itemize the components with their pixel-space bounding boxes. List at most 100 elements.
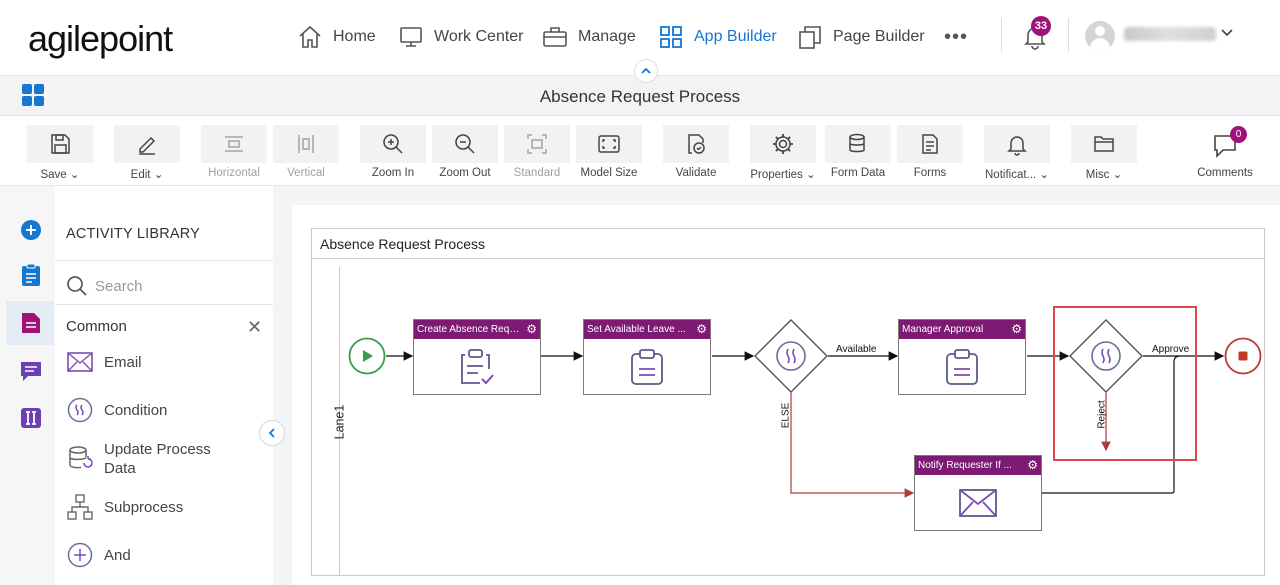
library-item-condition[interactable]: Condition <box>66 396 167 424</box>
pencil-icon <box>139 136 156 155</box>
gear-icon[interactable]: ⚙ <box>526 322 537 336</box>
standard-label: Standard <box>513 167 561 179</box>
library-item-label: Email <box>104 353 142 371</box>
task-label: Notify Requester If ... <box>918 460 1012 471</box>
misc-button[interactable]: Misc ⌄ <box>1071 125 1137 183</box>
clipboard-icon <box>22 263 40 286</box>
document-icon <box>22 313 40 333</box>
nav-manage[interactable]: Manage <box>542 22 636 52</box>
save-button[interactable]: Save ⌄ <box>27 125 93 183</box>
library-divider <box>55 260 273 261</box>
zoom-in-button[interactable]: Zoom In <box>360 125 426 183</box>
rail-add-button[interactable] <box>17 216 45 244</box>
start-event[interactable] <box>348 337 386 375</box>
more-menu-button[interactable]: ••• <box>944 22 968 52</box>
nav-page-builder[interactable]: Page Builder <box>797 22 925 52</box>
end-event[interactable] <box>1224 337 1262 375</box>
envelope-icon <box>67 352 93 372</box>
task-notify-requester[interactable]: Notify Requester If ... ⚙ <box>914 455 1042 531</box>
task-set-available-leave[interactable]: Set Available Leave ... ⚙ <box>583 319 711 395</box>
task-form-icon <box>631 348 663 385</box>
comments-label: Comments <box>1197 167 1253 179</box>
library-item-and[interactable]: And <box>66 541 131 569</box>
plus-circle-icon <box>21 220 41 240</box>
nav-home[interactable]: Home <box>297 22 376 52</box>
nav-work-center[interactable]: Work Center <box>398 22 524 52</box>
task-create-absence-request[interactable]: Create Absence Reque... ⚙ <box>413 319 541 395</box>
standard-button[interactable]: Standard <box>504 125 570 183</box>
vertical-button[interactable]: Vertical <box>273 125 339 183</box>
agilepoint-logo[interactable]: agilepoint <box>28 18 173 60</box>
forms-button[interactable]: Forms <box>897 125 963 183</box>
task-form-check-icon <box>461 348 494 384</box>
form-data-button[interactable]: Form Data <box>825 125 891 183</box>
nav-app-builder[interactable]: App Builder <box>658 22 777 52</box>
hierarchy-icon <box>67 494 93 520</box>
task-label: Manager Approval <box>902 324 984 335</box>
library-item-update-process-data[interactable]: Update Process Data <box>66 440 224 478</box>
library-divider <box>55 304 273 305</box>
notifications-label: Notificat... <box>985 169 1037 181</box>
close-icon[interactable]: ✕ <box>247 317 262 338</box>
user-name-blurred[interactable] <box>1124 27 1216 41</box>
activity-library-title: ACTIVITY LIBRARY <box>66 226 201 242</box>
properties-label: Properties <box>750 169 803 181</box>
library-search-input[interactable] <box>95 273 265 299</box>
chevron-down-icon[interactable] <box>1220 26 1234 40</box>
forms-icon <box>922 134 938 154</box>
nav-manage-label: Manage <box>578 28 636 45</box>
notifications-button[interactable]: Notificat... ⌄ <box>984 125 1050 183</box>
save-label: Save <box>40 169 67 181</box>
vertical-layout-icon <box>298 135 314 153</box>
rail-messages-button[interactable] <box>17 357 45 385</box>
horizontal-layout-icon <box>225 136 243 152</box>
nav-work-center-label: Work Center <box>434 28 524 45</box>
edit-button[interactable]: Edit ⌄ <box>114 125 180 183</box>
chevron-down-icon: ⌄ <box>1112 169 1123 181</box>
zoom-in-icon <box>383 134 403 154</box>
pages-icon <box>799 26 821 49</box>
database-icon <box>849 133 865 153</box>
flow-label-else: ELSE <box>780 402 792 429</box>
condition-gateway[interactable] <box>753 318 829 394</box>
common-group-title: Common <box>66 318 127 335</box>
envelope-icon <box>959 488 997 517</box>
rail-tasks-button[interactable] <box>17 261 45 289</box>
briefcase-icon <box>543 27 567 47</box>
gear-icon[interactable]: ⚙ <box>1011 322 1022 336</box>
user-avatar[interactable] <box>1085 21 1115 51</box>
home-icon <box>299 25 321 48</box>
horizontal-button[interactable]: Horizontal <box>201 125 267 183</box>
comments-button[interactable]: 0 Comments <box>1192 124 1258 179</box>
save-icon <box>51 134 70 154</box>
library-item-subprocess[interactable]: Subprocess <box>66 493 183 521</box>
library-item-email[interactable]: Email <box>66 348 142 376</box>
plus-circle-icon <box>67 542 93 568</box>
zoom-out-label: Zoom Out <box>439 167 491 179</box>
model-size-button[interactable]: Model Size <box>576 125 642 183</box>
process-title-bar: Absence Request Process <box>0 76 1280 116</box>
chevron-left-icon <box>268 428 275 438</box>
library-item-label: And <box>104 546 131 564</box>
task-label: Create Absence Reque... <box>417 324 523 335</box>
library-item-label: Condition <box>104 401 168 419</box>
zoom-out-button[interactable]: Zoom Out <box>432 125 498 183</box>
collapse-library-button[interactable] <box>259 420 285 446</box>
page-title: Absence Request Process <box>539 87 741 106</box>
chevron-down-icon: ⌄ <box>805 169 816 181</box>
validate-label: Validate <box>675 167 717 179</box>
model-size-label: Model Size <box>580 167 638 179</box>
task-manager-approval[interactable]: Manager Approval ⚙ <box>898 319 1026 395</box>
lane-label: Lane1 <box>332 404 347 440</box>
properties-button[interactable]: Properties ⌄ <box>750 125 816 183</box>
gear-icon[interactable]: ⚙ <box>696 322 707 336</box>
validate-button[interactable]: Validate <box>663 125 729 183</box>
rail-forms-button[interactable] <box>17 309 45 337</box>
toolbar: Save ⌄ Edit ⌄ Horizontal Vertical Zoom I… <box>0 116 1280 186</box>
gear-icon[interactable]: ⚙ <box>1027 458 1038 472</box>
collapse-header-button[interactable] <box>634 59 658 83</box>
rail-integrations-button[interactable] <box>17 404 45 432</box>
apps-grid-icon <box>660 26 682 48</box>
vertical-label: Vertical <box>287 167 325 179</box>
nav-app-builder-label: App Builder <box>694 28 777 45</box>
